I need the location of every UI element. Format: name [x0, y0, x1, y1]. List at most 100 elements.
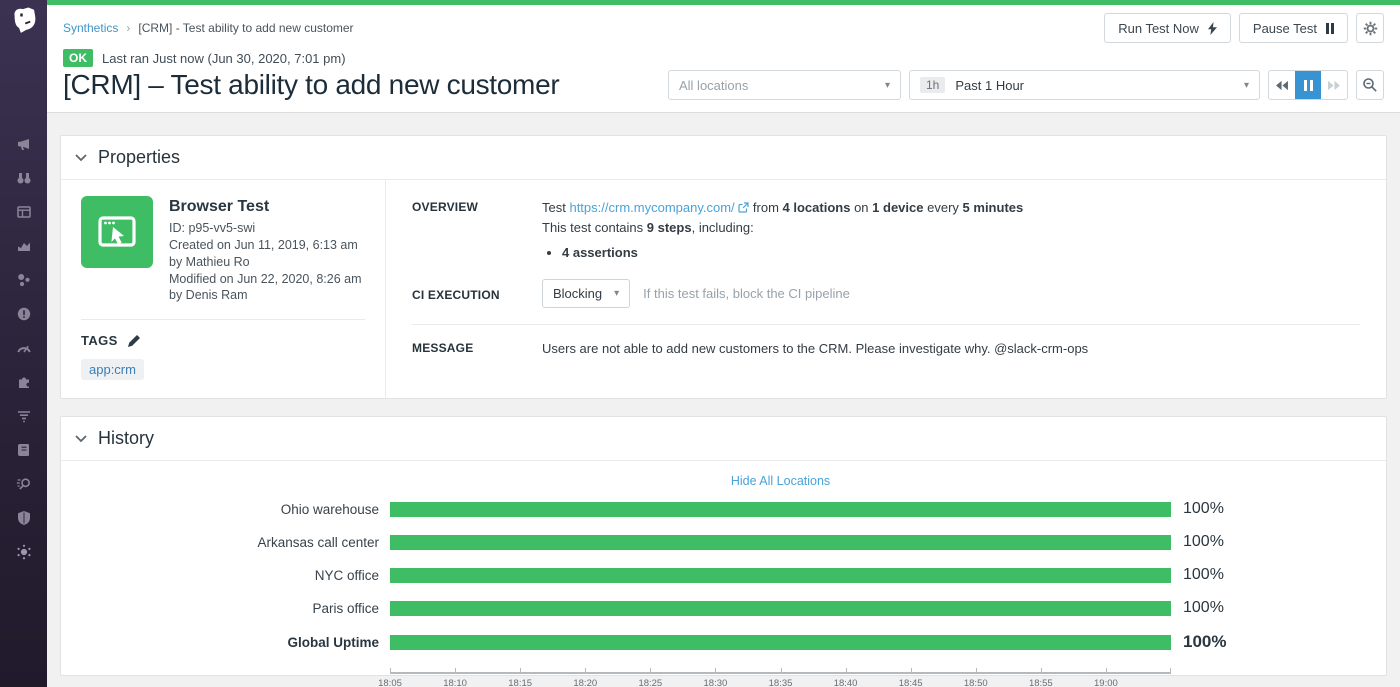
- overview-line2: This test contains 9 steps, including:: [542, 218, 1360, 238]
- axis-tick-label: 18:05: [378, 678, 402, 687]
- uptime-chart: Hide All Locations Ohio warehouse 100% A…: [61, 474, 1386, 687]
- test-id: ID: p95-vv5-swi: [169, 220, 362, 237]
- overview-device: 1 device: [872, 200, 923, 215]
- rewind-button[interactable]: [1269, 71, 1295, 99]
- ci-hint-text: If this test fails, block the CI pipelin…: [643, 284, 850, 304]
- ci-blocking-value: Blocking: [553, 284, 602, 304]
- message-label: MESSAGE: [412, 339, 542, 359]
- page-content: Properties: [47, 113, 1400, 687]
- settings-button[interactable]: [1356, 13, 1384, 43]
- uptime-bar[interactable]: [390, 502, 1171, 517]
- chevron-down-icon: ▾: [614, 286, 619, 302]
- uptime-row: NYC office 100%: [61, 566, 1386, 584]
- live-pause-button[interactable]: [1295, 71, 1321, 99]
- axis-tick-label: 18:10: [443, 678, 467, 687]
- dashboards-icon[interactable]: [15, 203, 32, 220]
- locations-select[interactable]: All locations ▾: [668, 70, 901, 100]
- axis-tick-label: 19:00: [1094, 678, 1118, 687]
- test-type-title: Browser Test: [169, 196, 362, 217]
- location-label: Paris office: [61, 601, 390, 616]
- test-modified-by: by Denis Ram: [169, 287, 362, 304]
- overview-label: OVERVIEW: [412, 198, 542, 263]
- pause-icon: [1326, 23, 1334, 34]
- history-section-header[interactable]: History: [61, 417, 1386, 461]
- app-root: Synthetics › [CRM] - Test ability to add…: [0, 0, 1400, 687]
- pause-test-button[interactable]: Pause Test: [1239, 13, 1348, 43]
- location-label: NYC office: [61, 568, 390, 583]
- overview-locations: 4 locations: [783, 200, 851, 215]
- ci-execution-row: CI EXECUTION Blocking ▾ If this test fai…: [412, 279, 1360, 308]
- axis-tick-label: 18:55: [1029, 678, 1053, 687]
- time-range-label: Past 1 Hour: [955, 78, 1244, 93]
- time-range-select[interactable]: 1h Past 1 Hour ▾: [909, 70, 1260, 100]
- message-row: MESSAGE Users are not able to add new cu…: [412, 339, 1360, 359]
- page-header: Synthetics › [CRM] - Test ability to add…: [47, 5, 1400, 113]
- status-badge: OK: [63, 49, 93, 67]
- browser-test-icon: [81, 196, 153, 268]
- tag-chip[interactable]: app:crm: [81, 359, 144, 380]
- magnifier-icon: [1362, 77, 1378, 93]
- test-url-link[interactable]: https://crm.mycompany.com/: [569, 200, 734, 215]
- properties-card: Properties: [60, 135, 1387, 399]
- test-overview-panel: OVERVIEW Test https://crm.mycompany.com/: [386, 180, 1386, 398]
- properties-section-header[interactable]: Properties: [61, 136, 1386, 180]
- run-test-now-button[interactable]: Run Test Now: [1104, 13, 1231, 43]
- overview-assertions: 4 assertions: [562, 243, 1360, 263]
- overview-text: , including:: [692, 220, 754, 235]
- playback-controls: [1268, 70, 1348, 100]
- test-modified: Modified on Jun 22, 2020, 8:26 am: [169, 271, 362, 288]
- uptime-bar[interactable]: [390, 601, 1171, 616]
- datadog-logo-icon[interactable]: [8, 5, 40, 37]
- external-link-icon[interactable]: [738, 202, 749, 213]
- overview-text: This test contains: [542, 220, 643, 235]
- axis-tick-label: 18:25: [638, 678, 662, 687]
- axis-tick-label: 18:50: [964, 678, 988, 687]
- zoom-search-button[interactable]: [1356, 70, 1384, 100]
- axis-tick-label: 18:30: [704, 678, 728, 687]
- axis-tick-label: 18:45: [899, 678, 923, 687]
- chevron-right-icon: ›: [126, 21, 130, 35]
- divider: [81, 319, 365, 320]
- location-label: Global Uptime: [61, 635, 390, 650]
- overview-text: Test: [542, 200, 566, 215]
- notebooks-icon[interactable]: [15, 441, 32, 458]
- monitors-alert-icon[interactable]: [15, 305, 32, 322]
- uptime-value: 100%: [1171, 599, 1224, 617]
- plugins-puzzle-icon[interactable]: [15, 373, 32, 390]
- fast-forward-button[interactable]: [1321, 71, 1347, 99]
- header-actions: Run Test Now Pause Test: [1104, 13, 1384, 43]
- uptime-row-global: Global Uptime 100%: [61, 632, 1386, 652]
- chevron-down-icon: [75, 435, 87, 443]
- page-title: [CRM] – Test ability to add new customer: [63, 69, 559, 101]
- uptime-bar[interactable]: [390, 535, 1171, 550]
- history-card: History Hide All Locations Ohio warehous…: [60, 416, 1387, 676]
- metrics-chart-icon[interactable]: [15, 237, 32, 254]
- edit-pencil-icon[interactable]: [127, 334, 141, 348]
- synthetics-icon[interactable]: [15, 475, 32, 492]
- locations-select-value: All locations: [679, 78, 748, 93]
- time-badge: 1h: [920, 77, 945, 93]
- chevron-down-icon: ▾: [885, 80, 890, 91]
- log-pipelines-icon[interactable]: [15, 407, 32, 424]
- hide-all-locations-link[interactable]: Hide All Locations: [390, 474, 1171, 488]
- breadcrumb-synthetics-link[interactable]: Synthetics: [63, 21, 118, 35]
- security-shield-icon[interactable]: [15, 509, 32, 526]
- fast-forward-icon: [1327, 80, 1341, 91]
- apm-gauge-icon[interactable]: [15, 339, 32, 356]
- last-ran-text: Last ran Just now (Jun 30, 2020, 7:01 pm…: [102, 51, 346, 66]
- axis-tick-label: 18:35: [769, 678, 793, 687]
- binoculars-icon[interactable]: [15, 169, 32, 186]
- run-test-now-label: Run Test Now: [1118, 21, 1199, 36]
- uptime-value: 100%: [1171, 566, 1224, 584]
- ci-blocking-select[interactable]: Blocking ▾: [542, 279, 630, 308]
- integrations-icon[interactable]: [15, 271, 32, 288]
- overview-frequency: 5 minutes: [963, 200, 1024, 215]
- axis-tick-label: 18:40: [834, 678, 858, 687]
- uptime-bar[interactable]: [390, 635, 1171, 650]
- uptime-value: 100%: [1171, 500, 1224, 518]
- network-map-icon[interactable]: [15, 543, 32, 560]
- datadog-bits-icon: [9, 6, 39, 36]
- view-controls: All locations ▾ 1h Past 1 Hour ▾: [668, 70, 1384, 100]
- megaphone-icon[interactable]: [15, 135, 32, 152]
- uptime-bar[interactable]: [390, 568, 1171, 583]
